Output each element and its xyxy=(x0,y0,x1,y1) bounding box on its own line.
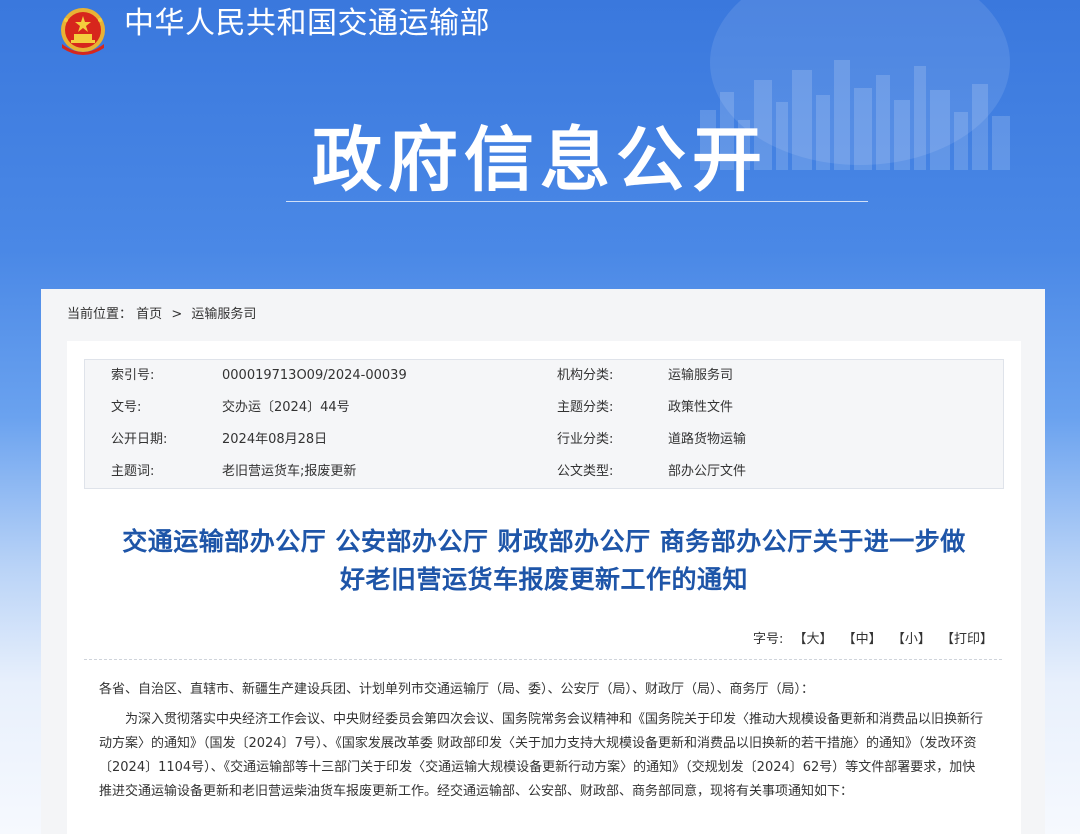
topic-category-value: 政策性文件 xyxy=(668,400,734,415)
font-size-medium-button[interactable]: 【中】 xyxy=(843,632,882,647)
document-title: 交通运输部办公厅 公安部办公厅 财政部办公厅 商务部办公厅关于进一步做 好老旧营… xyxy=(85,523,1003,599)
document-body: 各省、自治区、直辖市、新疆生产建设兵团、计划单列市交通运输厅（局、委）、公安厅（… xyxy=(99,678,987,804)
index-no-value: 000019713O09/2024-00039 xyxy=(222,368,407,383)
body-paragraph: 为深入贯彻落实中央经济工作会议、中央财经委员会第四次会议、国务院常务会议精神和《… xyxy=(99,712,984,799)
print-button[interactable]: 【打印】 xyxy=(941,632,993,647)
org-category-label: 机构分类: xyxy=(557,368,614,383)
doc-no-value: 交办运〔2024〕44号 xyxy=(222,400,350,415)
publish-date-value: 2024年08月28日 xyxy=(222,432,328,447)
breadcrumb-label: 当前位置： xyxy=(67,307,133,322)
doc-type-label: 公文类型: xyxy=(557,464,614,479)
font-size-label: 字号: xyxy=(752,632,784,647)
salutation-paragraph: 各省、自治区、直辖市、新疆生产建设兵团、计划单列市交通运输厅（局、委）、公安厅（… xyxy=(99,682,815,697)
meta-row: 索引号: 000019713O09/2024-00039 机构分类: 运输服务司 xyxy=(85,360,1003,392)
index-no-label: 索引号: xyxy=(111,368,155,383)
industry-category-value: 道路货物运输 xyxy=(668,432,747,447)
keywords-value: 老旧营运货车;报废更新 xyxy=(222,464,357,479)
font-size-controls: 字号: 【大】 【中】 【小】 【打印】 xyxy=(753,630,993,650)
meta-row: 文号: 交办运〔2024〕44号 主题分类: 政策性文件 xyxy=(85,392,1003,424)
banner-title: 政府信息公开 xyxy=(312,119,768,201)
document-title-line-2: 好老旧营运货车报废更新工作的通知 xyxy=(339,565,748,594)
org-category-value: 运输服务司 xyxy=(668,368,734,383)
breadcrumb-home-link[interactable]: 首页 xyxy=(136,307,162,322)
breadcrumb-transport-services-link[interactable]: 运输服务司 xyxy=(191,307,256,322)
topic-category-label: 主题分类: xyxy=(557,400,614,415)
breadcrumb-separator: > xyxy=(171,307,183,322)
divider xyxy=(84,659,1002,660)
main-panel: 当前位置： 首页 > 运输服务司 索引号: 000019713O09/2024-… xyxy=(41,289,1045,834)
keywords-label: 主题词: xyxy=(111,464,155,479)
doc-no-label: 文号: xyxy=(111,400,142,415)
ministry-name[interactable]: 中华人民共和国交通运输部 xyxy=(124,2,490,46)
meta-row: 公开日期: 2024年08月28日 行业分类: 道路货物运输 xyxy=(85,424,1003,456)
document-title-line-1: 交通运输部办公厅 公安部办公厅 财政部办公厅 商务部办公厅关于进一步做 xyxy=(122,527,966,556)
font-size-small-button[interactable]: 【小】 xyxy=(892,632,931,647)
banner-underline xyxy=(286,201,868,202)
breadcrumb: 当前位置： 首页 > 运输服务司 xyxy=(67,305,256,325)
document-metadata-table: 索引号: 000019713O09/2024-00039 机构分类: 运输服务司… xyxy=(84,359,1004,489)
font-size-large-button[interactable]: 【大】 xyxy=(794,632,833,647)
doc-type-value: 部办公厅文件 xyxy=(668,464,747,479)
publish-date-label: 公开日期: xyxy=(111,432,168,447)
national-emblem-icon xyxy=(61,8,105,55)
document-content: 索引号: 000019713O09/2024-00039 机构分类: 运输服务司… xyxy=(67,341,1021,834)
industry-category-label: 行业分类: xyxy=(557,432,614,447)
meta-row: 主题词: 老旧营运货车;报废更新 公文类型: 部办公厅文件 xyxy=(85,456,1003,488)
